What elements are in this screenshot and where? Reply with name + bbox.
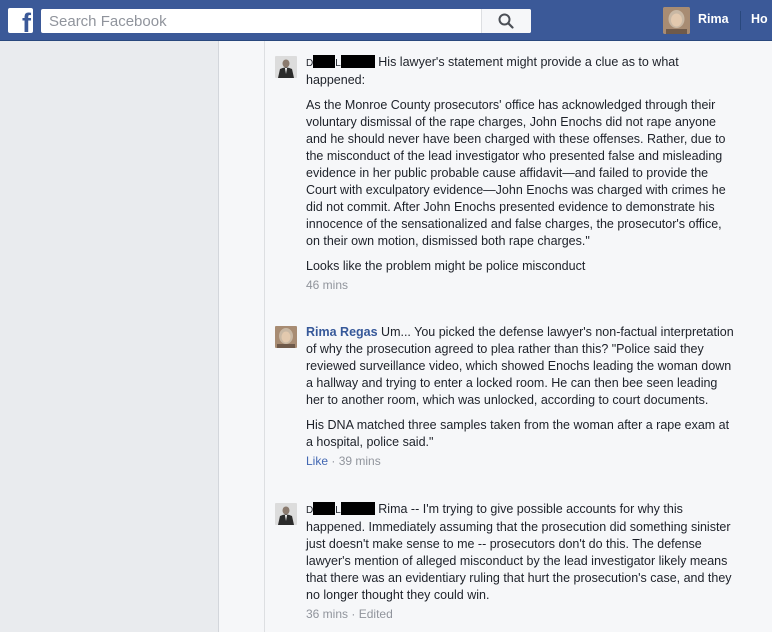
- edited-label[interactable]: Edited: [359, 607, 393, 621]
- feed-gutter: [219, 41, 264, 632]
- comment-text: DL His lawyer's statement might provide …: [306, 54, 736, 89]
- comment-body: DL Rima -- I'm trying to give possible a…: [306, 501, 736, 622]
- meta-separator: ·: [331, 454, 336, 468]
- meta-separator: ·: [351, 607, 356, 621]
- user-photo-icon: [275, 503, 297, 525]
- comment-meta: Like · 39 mins: [306, 453, 736, 469]
- redaction-bar: [313, 55, 336, 68]
- top-navigation-bar: f Rima Ho: [0, 0, 772, 41]
- facebook-logo-letter: f: [22, 8, 31, 34]
- search-box: [41, 9, 531, 33]
- comment-body: DL His lawyer's statement might provide …: [306, 54, 736, 293]
- avatar[interactable]: [275, 503, 297, 525]
- facebook-logo-icon[interactable]: f: [8, 8, 33, 33]
- profile-photo-icon: [663, 7, 690, 34]
- left-panel: [0, 41, 218, 632]
- redaction-bar: [340, 502, 375, 515]
- avatar[interactable]: [275, 326, 297, 348]
- profile-name: Rima: [698, 12, 729, 26]
- comment-author[interactable]: Rima Regas: [306, 325, 378, 339]
- comment-quote: As the Monroe County prosecutors' office…: [306, 98, 726, 248]
- user-photo-icon: [275, 56, 297, 78]
- comment-text: DL Rima -- I'm trying to give possible a…: [306, 501, 736, 604]
- comment-meta: 36 mins · Edited: [306, 606, 736, 622]
- comment-tail: His DNA matched three samples taken from…: [306, 418, 730, 449]
- comment-text: Rima Regas Um... You picked the defense …: [306, 324, 736, 409]
- search-icon: [498, 13, 514, 29]
- search-button[interactable]: [481, 9, 531, 33]
- comment-author[interactable]: DL: [306, 55, 375, 69]
- comment-tail: Looks like the problem might be police m…: [306, 259, 586, 273]
- user-photo-icon: [275, 326, 297, 348]
- comments-list: DL His lawyer's statement might provide …: [265, 41, 772, 632]
- comment-timestamp[interactable]: 36 mins: [306, 607, 348, 621]
- avatar: [663, 7, 690, 34]
- home-link[interactable]: Ho: [751, 12, 768, 26]
- comment-meta: 46 mins: [306, 277, 736, 293]
- redaction-bar: [313, 502, 336, 515]
- comment-lead-text: Rima -- I'm trying to give possible acco…: [306, 502, 732, 602]
- like-link[interactable]: Like: [306, 454, 328, 468]
- comment-body: Rima Regas Um... You picked the defense …: [306, 324, 736, 469]
- redaction-bar: [340, 55, 375, 68]
- comment-timestamp[interactable]: 39 mins: [339, 454, 381, 468]
- comment-timestamp[interactable]: 46 mins: [306, 278, 348, 292]
- comment-author[interactable]: DL: [306, 502, 375, 516]
- search-input[interactable]: [41, 9, 481, 33]
- avatar[interactable]: [275, 56, 297, 78]
- nav-divider: [740, 11, 741, 30]
